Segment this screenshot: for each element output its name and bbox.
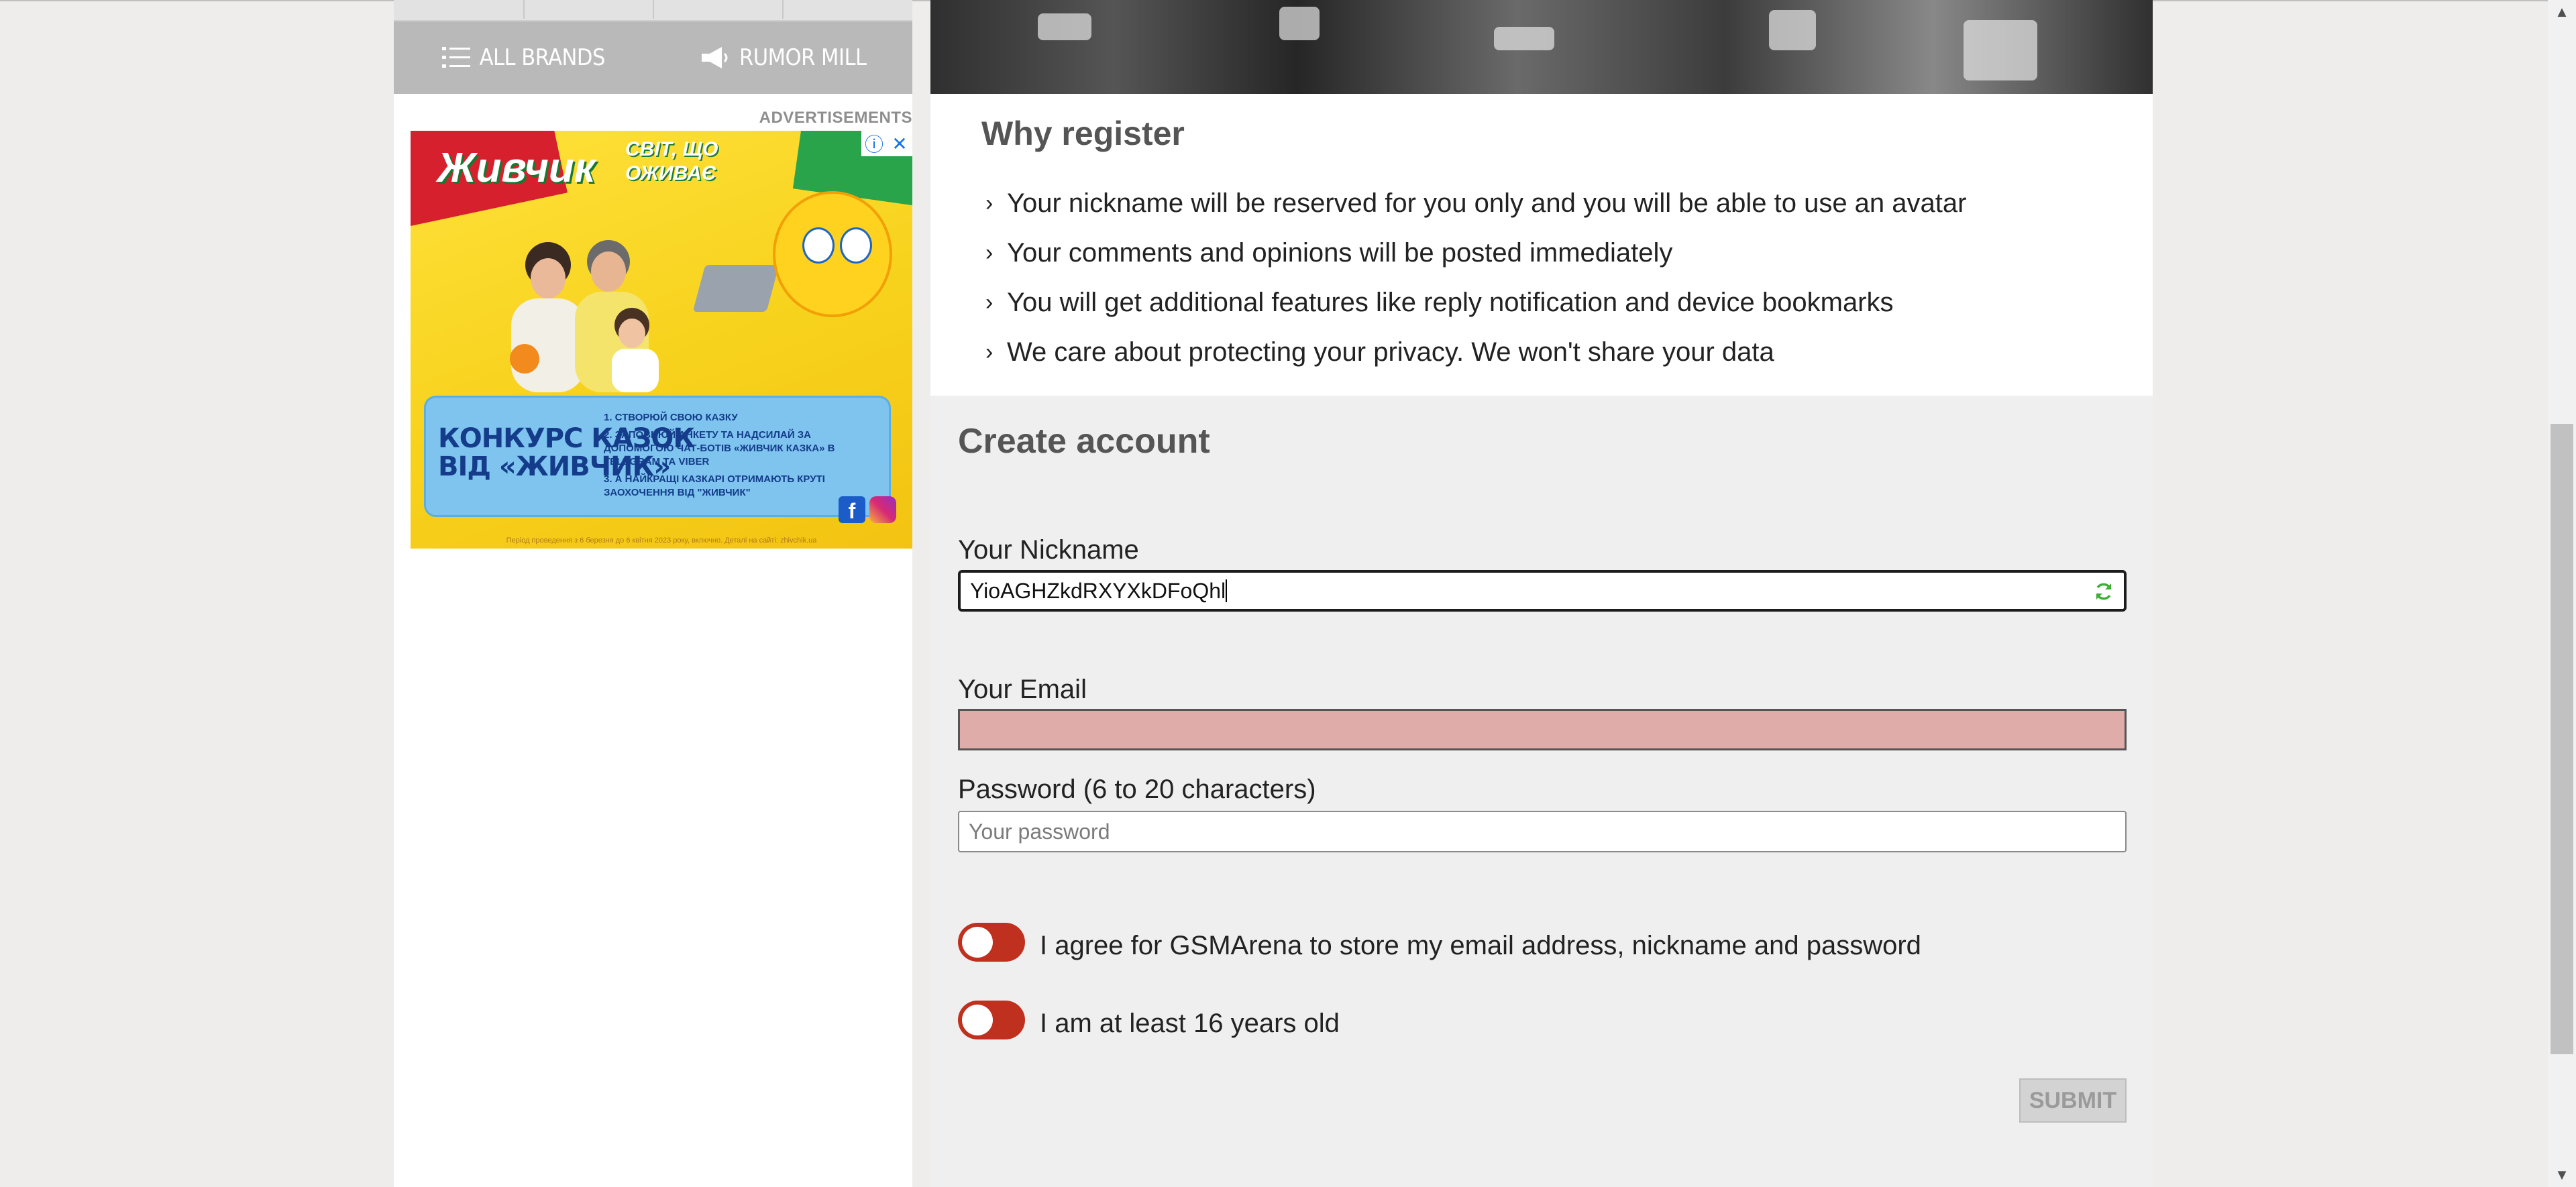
page-scrollbar[interactable]: ▲ ▼	[2548, 0, 2576, 1187]
chevron-right-icon: ›	[985, 239, 994, 266]
chevron-right-icon: ›	[985, 289, 994, 315]
agree-store-row: I agree for GSMArena to store my email a…	[958, 923, 1921, 962]
instagram-icon	[869, 496, 896, 523]
sidebar-nav: ALL BRANDS RUMOR MILL	[394, 21, 912, 94]
scrollbar-thumb[interactable]	[2551, 424, 2573, 1054]
ad-info-icon[interactable]: ⓘ	[861, 131, 887, 156]
scroll-down-arrow-icon[interactable]: ▼	[2548, 1163, 2576, 1187]
advertisement-banner[interactable]: Живчик СВІТ, ЩО ОЖИВАЄ КОНКУРС КАЗОК ВІД	[411, 131, 912, 549]
agree-store-label: I agree for GSMArena to store my email a…	[1040, 930, 1921, 960]
rumor-mill-label: RUMOR MILL	[739, 44, 867, 71]
password-placeholder: Your password	[969, 819, 1110, 844]
ad-contest-steps: 1. СТВОРЮЙ СВОЮ КАЗКУ 2. ЗАПОВНЮЙ АНКЕТУ…	[604, 412, 835, 498]
age-confirm-label: I am at least 16 years old	[1040, 1008, 1340, 1038]
scroll-up-arrow-icon[interactable]: ▲	[2548, 0, 2576, 24]
list-item: › Your nickname will be reserved for you…	[985, 188, 1967, 218]
nickname-label: Your Nickname	[958, 535, 1139, 565]
ad-contest-panel: КОНКУРС КАЗОК ВІД «ЖИВЧИК» 1. СТВОРЮЙ СВ…	[424, 396, 891, 517]
create-account-form: Create account Your Nickname YioAGHZkdRX…	[930, 396, 2153, 1187]
chevron-right-icon: ›	[985, 190, 994, 216]
ad-fine-print: Період проведення з 6 березня до 6 квітн…	[506, 536, 817, 545]
agree-store-toggle[interactable]	[958, 923, 1025, 962]
text-cursor	[1226, 579, 1228, 602]
list-item: › You will get additional features like …	[985, 287, 1894, 317]
megaphone-icon	[699, 46, 730, 70]
ad-laptop-illustration	[692, 265, 780, 312]
refresh-icon[interactable]	[2093, 581, 2114, 608]
list-icon	[441, 46, 470, 70]
all-brands-button[interactable]: ALL BRANDS	[394, 21, 653, 94]
email-field[interactable]	[958, 709, 2127, 750]
ad-slogan: СВІТ, ЩО ОЖИВАЄ	[625, 138, 718, 184]
email-label: Your Email	[958, 675, 1087, 704]
ad-mascot-illustration	[773, 191, 892, 317]
list-item: › We care about protecting your privacy.…	[985, 337, 1774, 367]
left-sidebar: ALL BRANDS RUMOR MILL ADVERTISEMENTS Жив…	[394, 0, 912, 1187]
nickname-value: YioAGHZkdRXYXkDFoQhl	[970, 578, 1226, 603]
age-confirm-toggle[interactable]	[958, 1001, 1025, 1039]
ad-controls: ⓘ ✕	[861, 131, 912, 156]
submit-button[interactable]: SUBMIT	[2019, 1078, 2127, 1123]
brand-tabs-strip	[394, 0, 912, 21]
why-register-title: Why register	[981, 115, 1185, 152]
main-content: Why register › Your nickname will be res…	[930, 0, 2153, 1187]
password-label: Password (6 to 20 characters)	[958, 775, 1316, 804]
create-account-title: Create account	[958, 422, 1210, 461]
all-brands-label: ALL BRANDS	[479, 44, 606, 71]
hero-image	[930, 0, 2153, 94]
rumor-mill-button[interactable]: RUMOR MILL	[653, 21, 913, 94]
nickname-input[interactable]: YioAGHZkdRXYXkDFoQhl	[958, 570, 2127, 612]
why-register-list: › Your nickname will be reserved for you…	[985, 178, 1966, 377]
ad-social-links: f	[839, 496, 896, 523]
ad-brand-logo: Живчик	[437, 145, 596, 191]
list-item: › Your comments and opinions will be pos…	[985, 237, 1673, 268]
facebook-icon: f	[839, 496, 865, 523]
advertisements-label: ADVERTISEMENTS	[759, 109, 912, 127]
ad-family-illustration	[510, 240, 659, 392]
close-icon[interactable]: ✕	[887, 131, 912, 156]
chevron-right-icon: ›	[985, 339, 994, 365]
password-field[interactable]: Your password	[958, 811, 2127, 852]
age-confirm-row: I am at least 16 years old	[958, 1001, 1340, 1039]
